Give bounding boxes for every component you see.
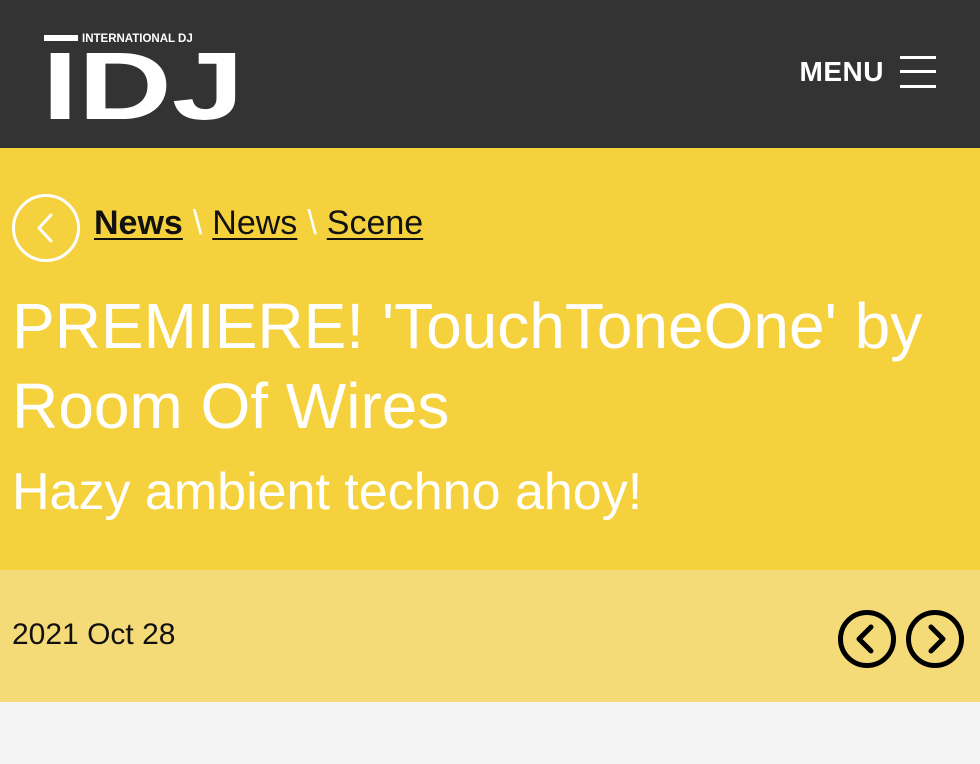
menu-label: MENU xyxy=(799,56,884,87)
chevron-left-icon xyxy=(37,213,53,243)
breadcrumb-link-news[interactable]: News xyxy=(212,204,297,243)
article-date: 2021 Oct 28 xyxy=(12,618,176,651)
back-button[interactable] xyxy=(12,194,80,262)
idj-logo[interactable]: INTERNATIONAL DJ IDJ xyxy=(44,32,244,122)
previous-article-button[interactable] xyxy=(838,610,896,668)
next-article-button[interactable] xyxy=(906,610,964,668)
article-hero: News \ News \ Scene PREMIERE! 'TouchTone… xyxy=(0,148,980,570)
breadcrumb: News \ News \ Scene xyxy=(94,204,423,243)
breadcrumb-link-news-primary[interactable]: News xyxy=(94,204,183,243)
article-subtitle: Hazy ambient techno ahoy! xyxy=(12,463,643,521)
breadcrumb-link-scene[interactable]: Scene xyxy=(327,204,423,243)
article-title: PREMIERE! 'TouchToneOne' by Room Of Wire… xyxy=(12,290,923,442)
breadcrumb-separator: \ xyxy=(192,204,203,242)
breadcrumb-separator: \ xyxy=(307,204,317,242)
article-meta-bar: 2021 Oct 28 xyxy=(0,570,980,702)
hamburger-icon xyxy=(900,56,936,88)
logo-main-text: IDJ xyxy=(44,33,244,122)
site-header: INTERNATIONAL DJ IDJ MENU xyxy=(0,0,980,148)
menu-button[interactable]: MENU xyxy=(800,56,936,88)
